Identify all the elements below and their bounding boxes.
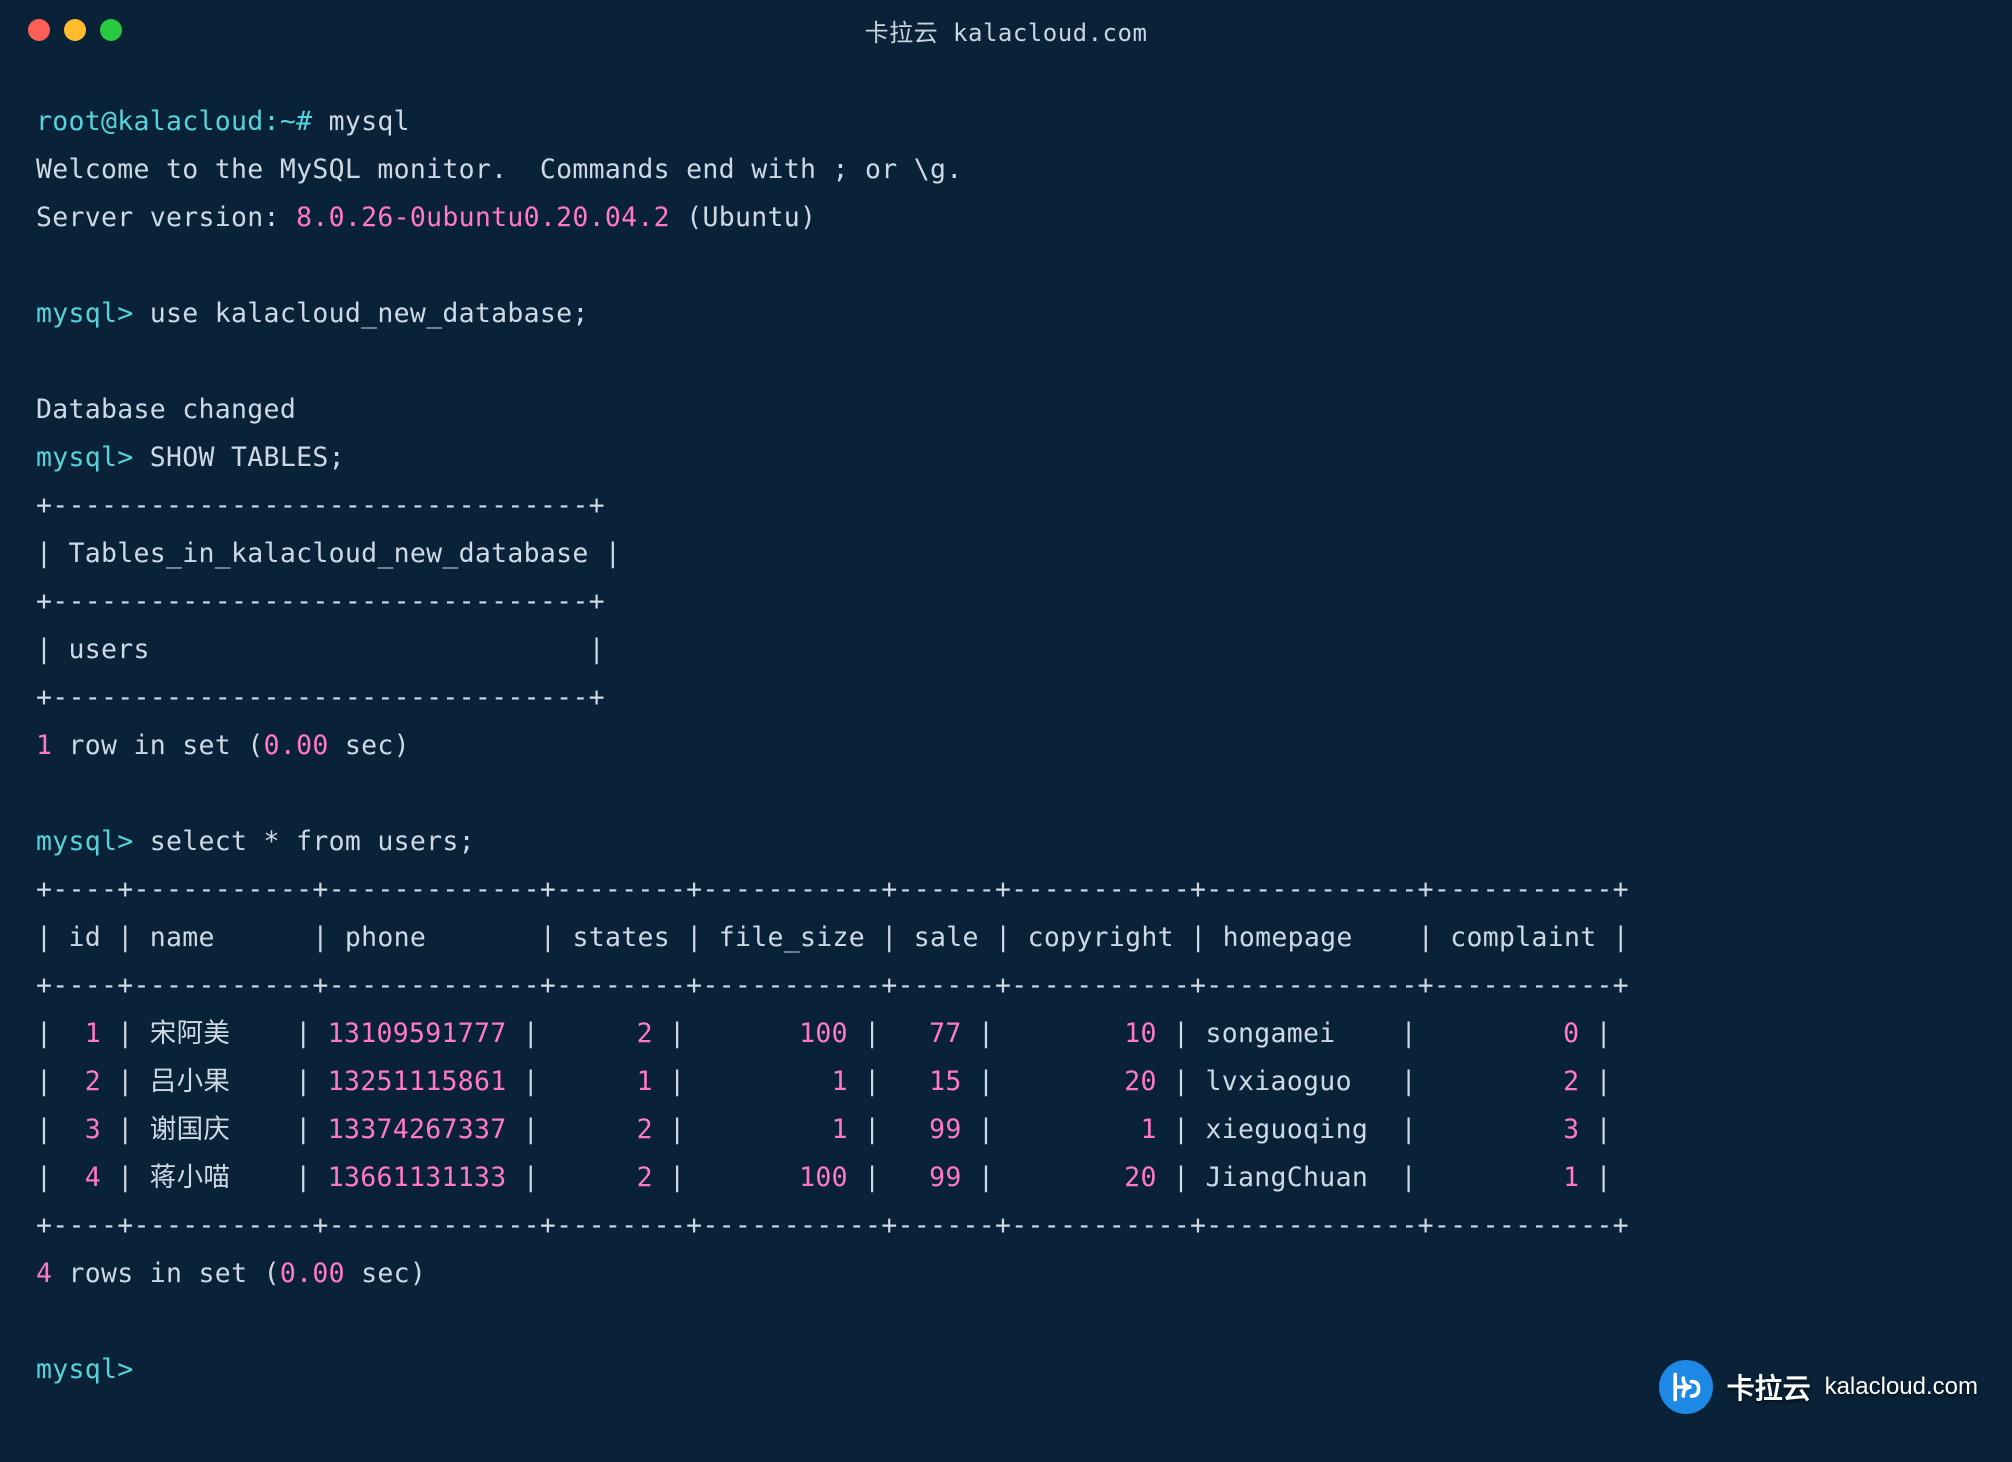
tables-footer-time: 0.00 xyxy=(264,730,329,761)
cmd-mysql: mysql xyxy=(329,106,410,137)
tables-border: +---------------------------------+ xyxy=(36,682,605,713)
mysql-prompt: mysql> xyxy=(36,1354,150,1385)
server-version-suffix: (Ubuntu) xyxy=(670,202,816,233)
maximize-icon[interactable] xyxy=(100,19,122,41)
users-footer-suffix: sec) xyxy=(345,1258,426,1289)
tables-row: | users | xyxy=(36,634,605,665)
users-footer-prefix: rows in set ( xyxy=(52,1258,280,1289)
kalacloud-logo-icon xyxy=(1659,1360,1713,1414)
tables-border: +---------------------------------+ xyxy=(36,490,605,521)
watermark-domain: kalacloud.com xyxy=(1825,1373,1978,1401)
terminal-body[interactable]: root@kalacloud:~# mysql Welcome to the M… xyxy=(0,60,2012,1414)
minimize-icon[interactable] xyxy=(64,19,86,41)
shell-prompt: root@kalacloud:~# xyxy=(36,106,329,137)
mysql-prompt: mysql> xyxy=(36,442,150,473)
tables-count: 1 xyxy=(36,730,52,761)
cmd-select: select * from users; xyxy=(150,826,475,857)
users-table: +----+-----------+-------------+--------… xyxy=(36,874,1629,1241)
mysql-prompt: mysql> xyxy=(36,826,150,857)
watermark: 卡拉云 kalacloud.com xyxy=(1659,1360,1978,1414)
mysql-prompt: mysql> xyxy=(36,298,150,329)
tables-footer-prefix: row in set ( xyxy=(52,730,263,761)
terminal-window: 卡拉云 kalacloud.com root@kalacloud:~# mysq… xyxy=(0,0,2012,1462)
traffic-lights xyxy=(28,19,122,41)
tables-border: +---------------------------------+ xyxy=(36,586,605,617)
window-title: 卡拉云 kalacloud.com xyxy=(865,13,1148,48)
cmd-show-tables: SHOW TABLES; xyxy=(150,442,345,473)
server-version-value: 8.0.26-0ubuntu0.20.04.2 xyxy=(296,202,670,233)
users-count: 4 xyxy=(36,1258,52,1289)
tables-footer-suffix: sec) xyxy=(329,730,410,761)
server-version-label: Server version: xyxy=(36,202,296,233)
titlebar: 卡拉云 kalacloud.com xyxy=(0,0,2012,60)
mysql-welcome: Welcome to the MySQL monitor. Commands e… xyxy=(36,154,963,185)
watermark-brand: 卡拉云 xyxy=(1727,1367,1811,1407)
tables-header: | Tables_in_kalacloud_new_database | xyxy=(36,538,621,569)
db-changed-msg: Database changed xyxy=(36,394,296,425)
cmd-use-db: use kalacloud_new_database; xyxy=(150,298,589,329)
users-footer-time: 0.00 xyxy=(280,1258,345,1289)
close-icon[interactable] xyxy=(28,19,50,41)
